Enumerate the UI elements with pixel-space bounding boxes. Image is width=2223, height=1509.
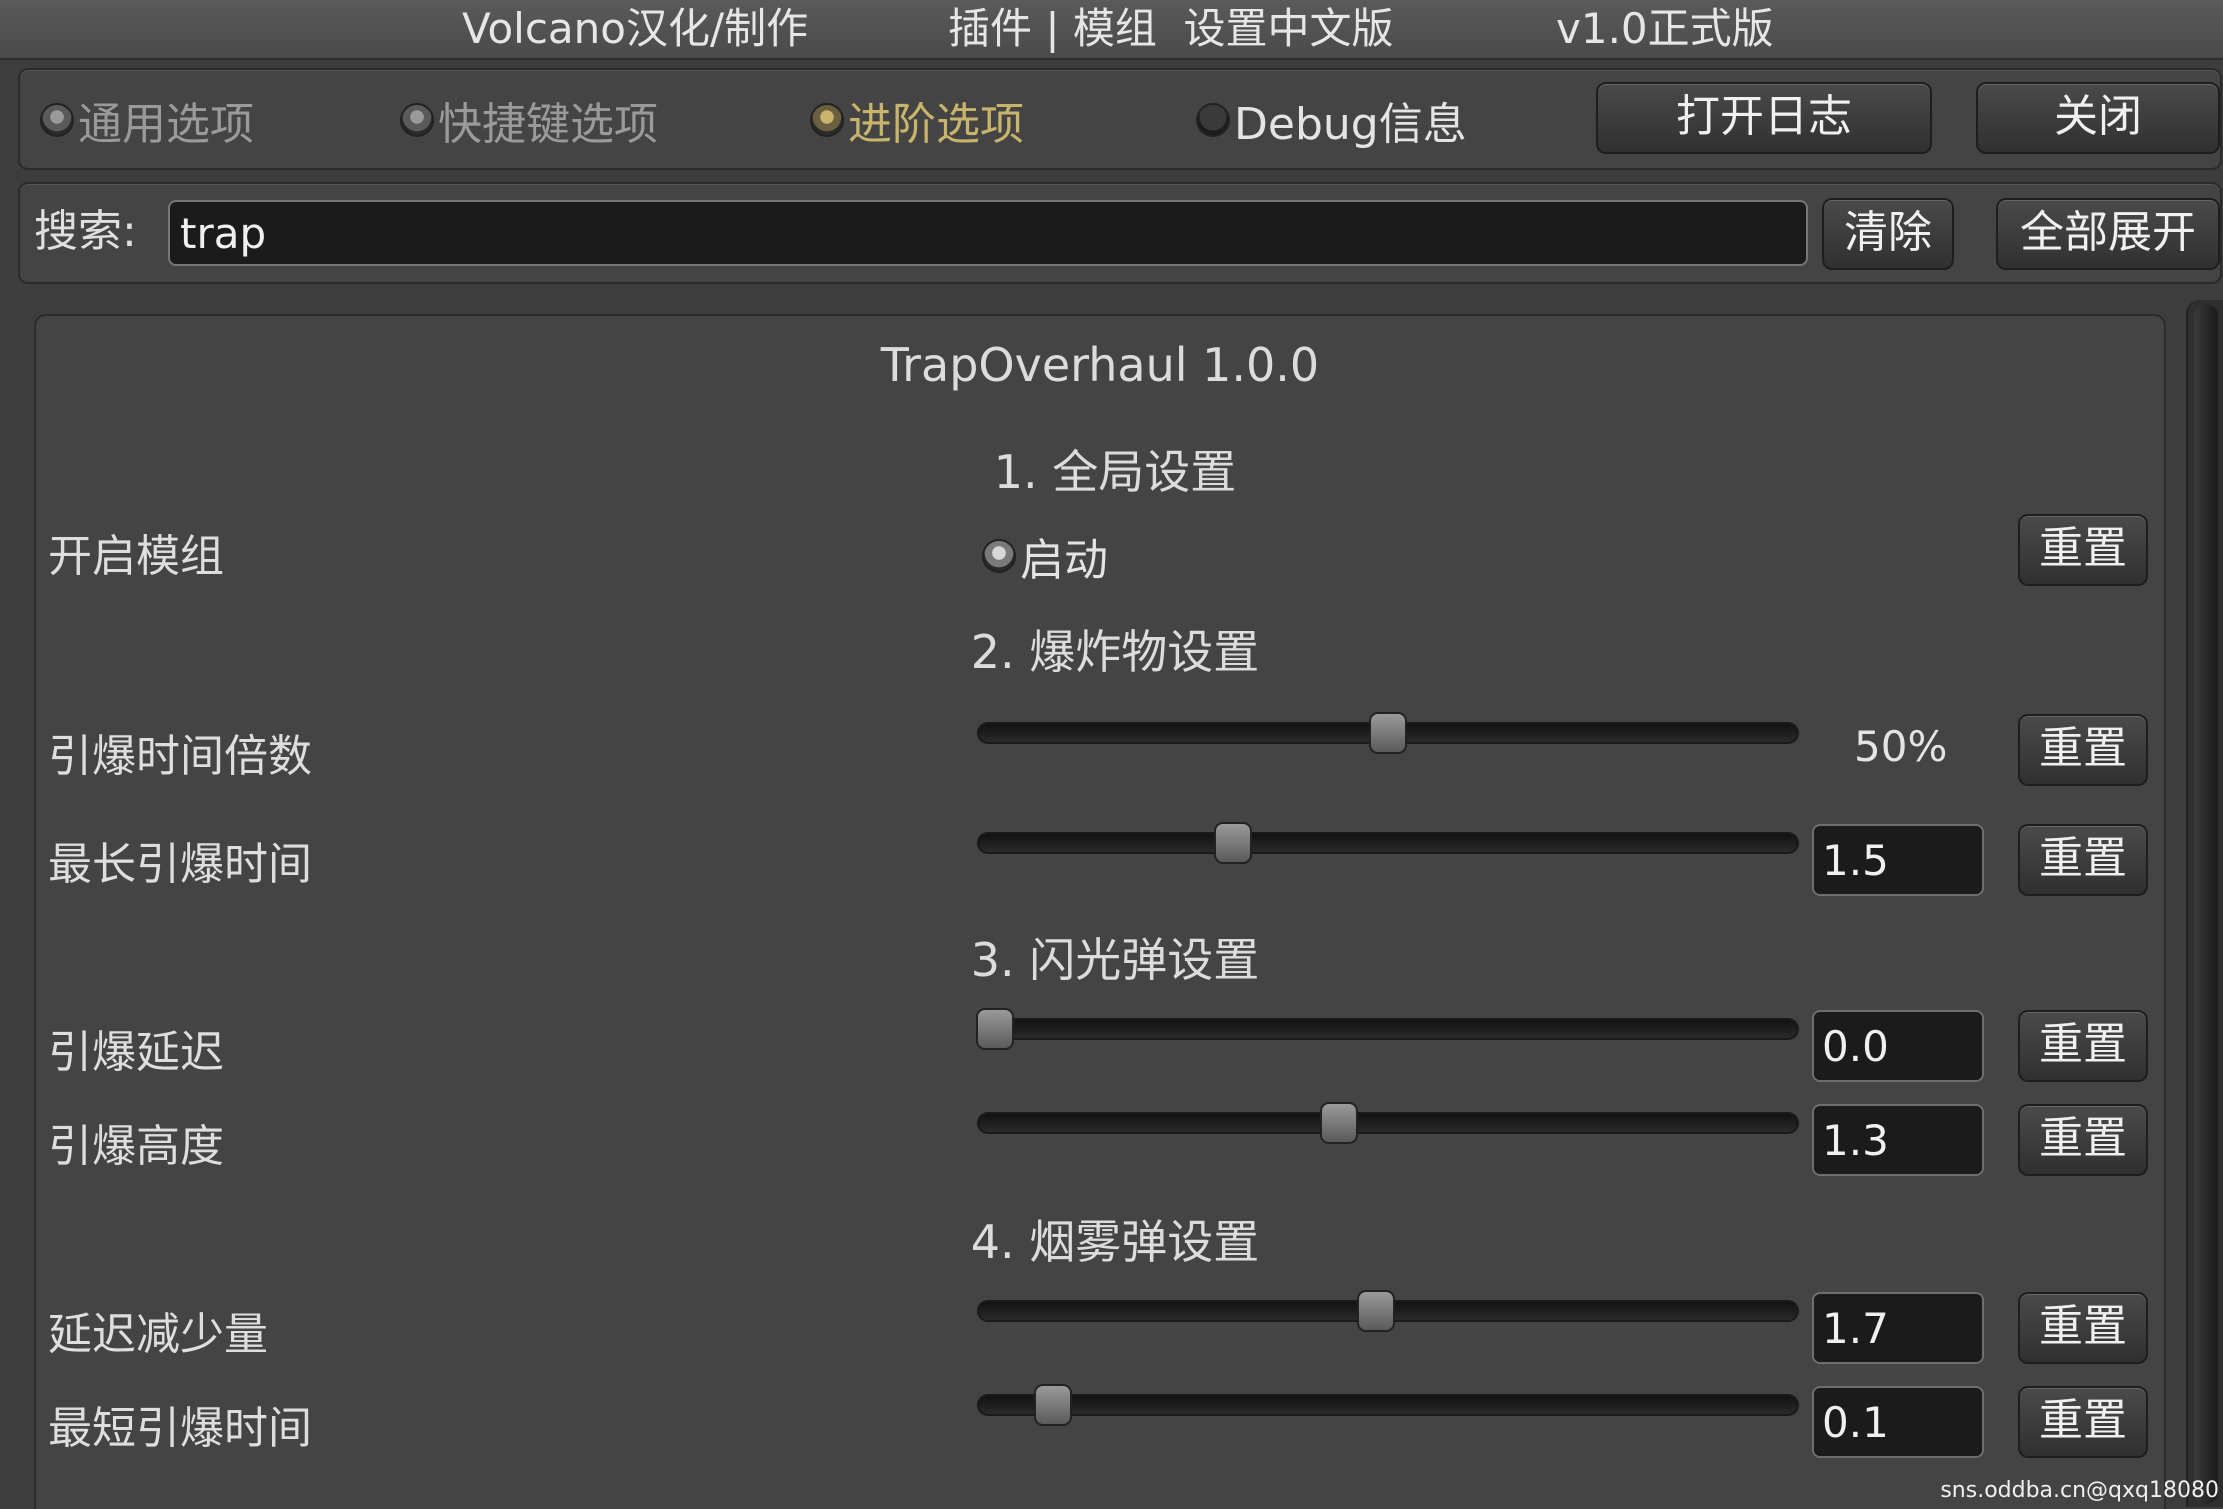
tab-hotkeys-label: 快捷键选项: [438, 99, 658, 150]
section-heading: 2. 爆炸物设置: [970, 625, 1260, 679]
tab-general-label: 通用选项: [78, 99, 254, 150]
title-subtitle: 插件 | 模组 设置中文版: [948, 4, 1394, 53]
enable-mod-toggle-label: 启动: [1020, 535, 1108, 586]
setting-value-input[interactable]: [1812, 824, 1984, 896]
search-label: 搜索:: [34, 206, 137, 257]
setting-value-input[interactable]: [1812, 1292, 1984, 1364]
radio-icon: [810, 103, 844, 137]
section-heading: 3. 闪光弹设置: [970, 933, 1260, 987]
reset-button[interactable]: 重置: [2018, 824, 2148, 896]
mod-title: TrapOverhaul 1.0.0: [880, 338, 1320, 392]
watermark: sns.oddba.cn@qxq18080: [1940, 1478, 2219, 1503]
window-title: Volcano汉化/制作 插件 | 模组 设置中文版 v1.0正式版: [0, 0, 2223, 58]
setting-value: 50%: [1854, 722, 1948, 771]
search-input[interactable]: [168, 200, 1808, 266]
title-version: v1.0正式版: [1556, 4, 1774, 53]
setting-value-input[interactable]: [1812, 1104, 1984, 1176]
tab-general[interactable]: 通用选项: [40, 92, 254, 150]
setting-label: 最长引爆时间: [48, 839, 312, 890]
setting-slider[interactable]: [977, 1290, 1799, 1332]
section-heading: 1. 全局设置: [993, 445, 1237, 499]
slider-thumb[interactable]: [1033, 1384, 1072, 1426]
setting-value-input[interactable]: [1812, 1010, 1984, 1082]
search-bar: 搜索: 清除 全部展开: [18, 182, 2222, 284]
window-titlebar: Volcano汉化/制作 插件 | 模组 设置中文版 v1.0正式版: [0, 0, 2223, 60]
slider-thumb[interactable]: [1213, 822, 1252, 864]
reset-button[interactable]: 重置: [2018, 1292, 2148, 1364]
setting-slider[interactable]: [977, 1384, 1799, 1426]
setting-label: 引爆高度: [48, 1121, 224, 1172]
slider-thumb[interactable]: [1319, 1102, 1358, 1144]
vertical-scrollbar[interactable]: [2186, 300, 2223, 1507]
radio-icon: [1196, 103, 1230, 137]
reset-button[interactable]: 重置: [2018, 1010, 2148, 1082]
setting-label: 延迟减少量: [48, 1309, 268, 1360]
enable-mod-toggle[interactable]: 启动: [982, 524, 1108, 588]
setting-label: 最短引爆时间: [48, 1403, 312, 1454]
tab-debug-label: Debug信息: [1234, 99, 1467, 150]
slider-thumb[interactable]: [1369, 712, 1407, 754]
tab-advanced-label: 进阶选项: [848, 99, 1024, 150]
radio-icon: [40, 103, 74, 137]
reset-button[interactable]: 重置: [2018, 1386, 2148, 1458]
setting-slider[interactable]: [976, 1008, 1799, 1050]
setting-slider[interactable]: [977, 1102, 1799, 1144]
section-heading: 4. 烟雾弹设置: [970, 1215, 1260, 1269]
close-button[interactable]: 关闭: [1976, 82, 2220, 154]
setting-label: 引爆时间倍数: [48, 731, 312, 782]
tab-advanced[interactable]: 进阶选项: [810, 92, 1024, 150]
setting-slider[interactable]: [977, 712, 1799, 754]
setting-value-input[interactable]: [1812, 1386, 1984, 1458]
tab-hotkeys[interactable]: 快捷键选项: [400, 92, 658, 150]
reset-button[interactable]: 重置: [2018, 1104, 2148, 1176]
radio-icon: [982, 539, 1016, 573]
expand-all-button[interactable]: 全部展开: [1996, 198, 2220, 270]
open-log-button[interactable]: 打开日志: [1596, 82, 1932, 154]
tab-bar: 通用选项 快捷键选项 进阶选项 Debug信息 打开日志 关闭: [18, 68, 2222, 170]
radio-icon: [400, 103, 434, 137]
slider-thumb[interactable]: [1356, 1290, 1395, 1332]
setting-label: 引爆延迟: [48, 1027, 224, 1078]
tab-debug[interactable]: Debug信息: [1196, 92, 1467, 150]
slider-thumb[interactable]: [976, 1008, 1015, 1050]
scrollbar-thumb[interactable]: [2194, 304, 2218, 1504]
clear-button[interactable]: 清除: [1822, 198, 1954, 270]
enable-mod-label: 开启模组: [48, 531, 224, 582]
reset-button[interactable]: 重置: [2018, 514, 2148, 586]
title-author: Volcano汉化/制作: [462, 4, 809, 53]
setting-slider[interactable]: [977, 822, 1799, 864]
reset-button[interactable]: 重置: [2018, 714, 2148, 786]
settings-panel: TrapOverhaul 1.0.0 1. 全局设置 开启模组 启动 重置 2.…: [34, 314, 2166, 1509]
